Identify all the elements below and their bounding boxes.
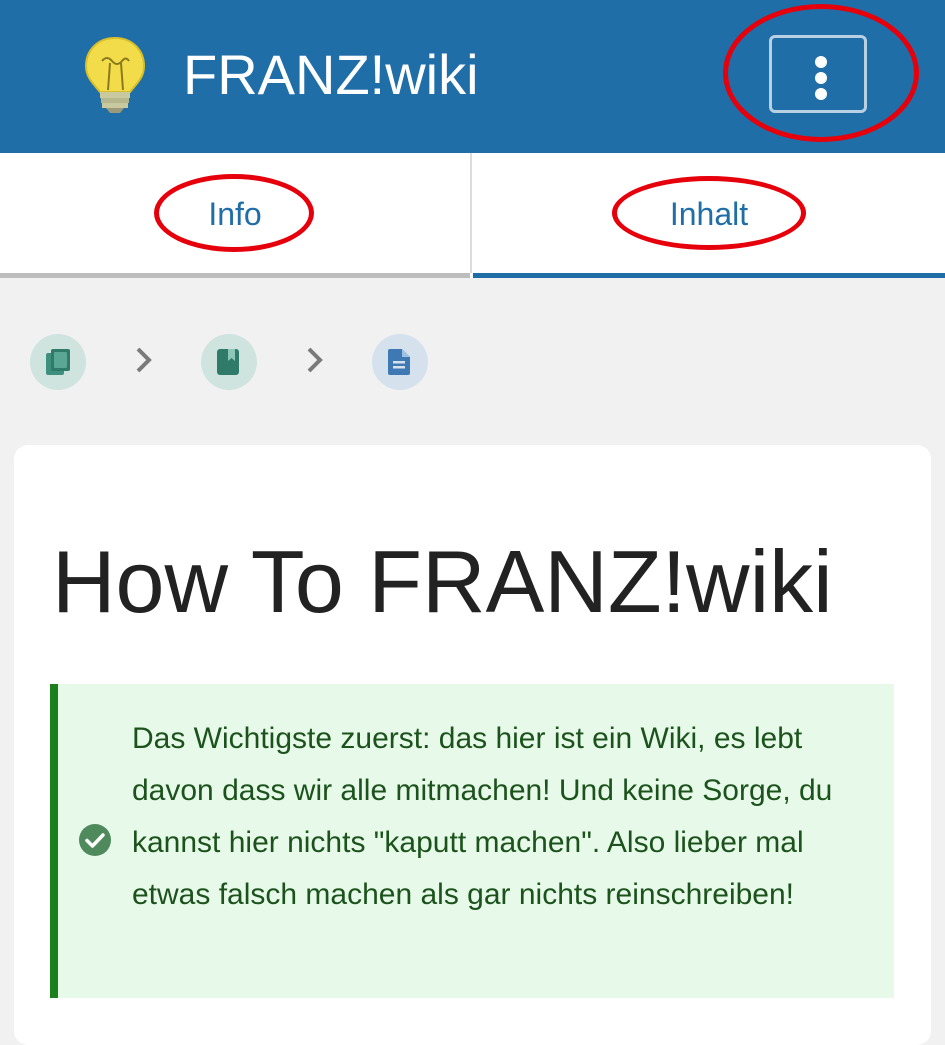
chevron-right-icon [135, 346, 153, 379]
tab-inhalt[interactable]: Inhalt [473, 153, 945, 278]
book-icon [217, 349, 239, 375]
lightbulb-icon[interactable] [80, 34, 150, 114]
app-header: FRANZ!wiki [0, 0, 945, 153]
tab-info[interactable]: Info [0, 153, 470, 278]
breadcrumb-page[interactable] [372, 334, 428, 390]
page-title: How To FRANZ!wiki [52, 532, 833, 631]
app-title[interactable]: FRANZ!wiki [183, 40, 479, 110]
page-icon [388, 349, 410, 375]
books-icon [46, 349, 70, 375]
tab-divider [470, 153, 472, 273]
more-vertical-icon [815, 56, 827, 68]
tab-bar: Info Inhalt [0, 153, 945, 278]
breadcrumb-shelf[interactable] [30, 334, 86, 390]
check-circle-icon [78, 823, 112, 862]
chevron-right-icon [306, 346, 324, 379]
breadcrumb-book[interactable] [201, 334, 257, 390]
callout-text: Das Wichtigste zuerst: das hier ist ein … [132, 722, 833, 911]
more-options-button[interactable] [769, 35, 867, 113]
